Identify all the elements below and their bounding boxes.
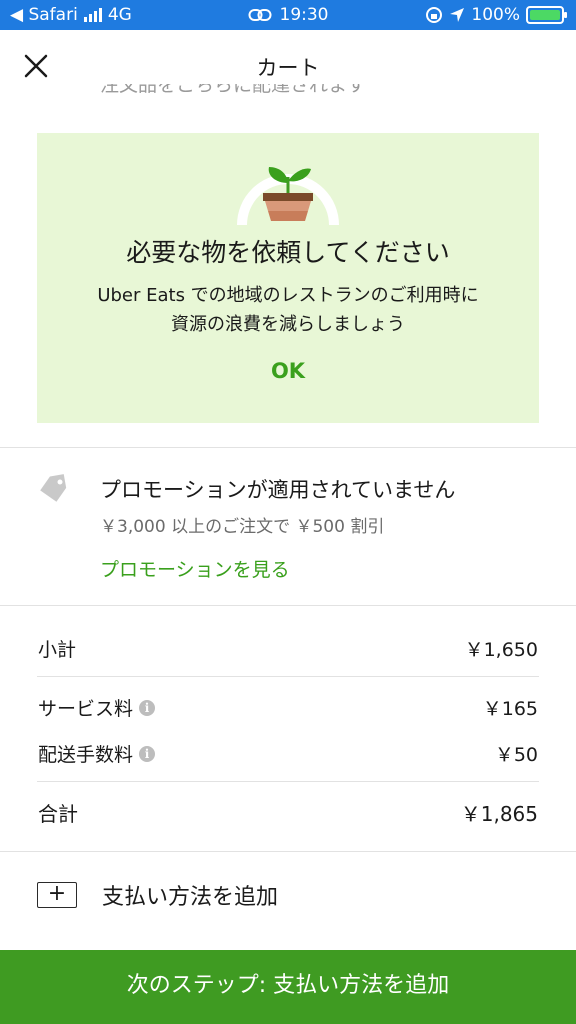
location-arrow-icon — [450, 8, 465, 22]
service-fee-label: サービス料 — [38, 698, 134, 720]
divider — [0, 851, 576, 852]
eco-card-line2: 資源の浪費を減らしましょう — [171, 314, 405, 335]
link-icon — [248, 9, 271, 21]
eco-card-line1: Uber Eats での地域のレストランのご利用時に — [97, 285, 479, 306]
total-value: ￥1,865 — [460, 802, 538, 826]
eco-reminder-card: 必要な物を依頼してください Uber Eats での地域のレストランのご利用時に… — [37, 133, 539, 423]
divider — [37, 676, 539, 677]
clipped-scroll-text: 注文品をこちらに配達されます — [100, 84, 367, 96]
divider — [0, 447, 576, 448]
divider — [37, 781, 539, 782]
status-bar: ◀ Safari 4G 19:30 100% — [0, 0, 576, 30]
page-title: カート — [256, 56, 320, 80]
add-payment-plus-icon[interactable]: + — [37, 882, 77, 908]
subtotal-value: ￥1,650 — [464, 639, 538, 661]
next-step-button[interactable]: 次のステップ: 支払い方法を追加 — [0, 950, 576, 1024]
promo-description: ￥3,000 以上のご注文で ￥500 割引 — [100, 517, 385, 537]
delivery-fee-label: 配送手数料 — [38, 744, 134, 766]
status-right: 100% — [425, 5, 567, 25]
add-payment-method[interactable]: 支払い方法を追加 — [102, 879, 278, 911]
service-fee-row: サービス料 i — [38, 694, 156, 721]
service-fee-value: ￥165 — [482, 698, 538, 720]
battery-icon — [526, 6, 567, 24]
tag-icon — [40, 474, 67, 502]
total-label: 合計 — [38, 802, 78, 826]
ok-button[interactable]: OK — [37, 359, 539, 383]
rotation-lock-icon — [426, 7, 443, 23]
clock: 19:30 — [279, 5, 329, 25]
eco-card-title: 必要な物を依頼してください — [126, 238, 450, 267]
battery-percent: 100% — [471, 5, 520, 25]
plant-pot-icon — [237, 167, 339, 225]
info-icon[interactable]: i — [139, 699, 156, 716]
divider — [0, 605, 576, 606]
delivery-fee-row: 配送手数料 i — [38, 740, 156, 767]
subtotal-label: 小計 — [38, 639, 77, 661]
delivery-fee-value: ￥50 — [494, 744, 538, 766]
info-icon[interactable]: i — [139, 745, 156, 762]
eco-card-body: Uber Eats での地域のレストランのご利用時に 資源の浪費を減らしましょう — [37, 281, 539, 339]
view-promotions-link[interactable]: プロモーションを見る — [100, 555, 290, 582]
promo-title: プロモーションが適用されていません — [100, 478, 456, 502]
